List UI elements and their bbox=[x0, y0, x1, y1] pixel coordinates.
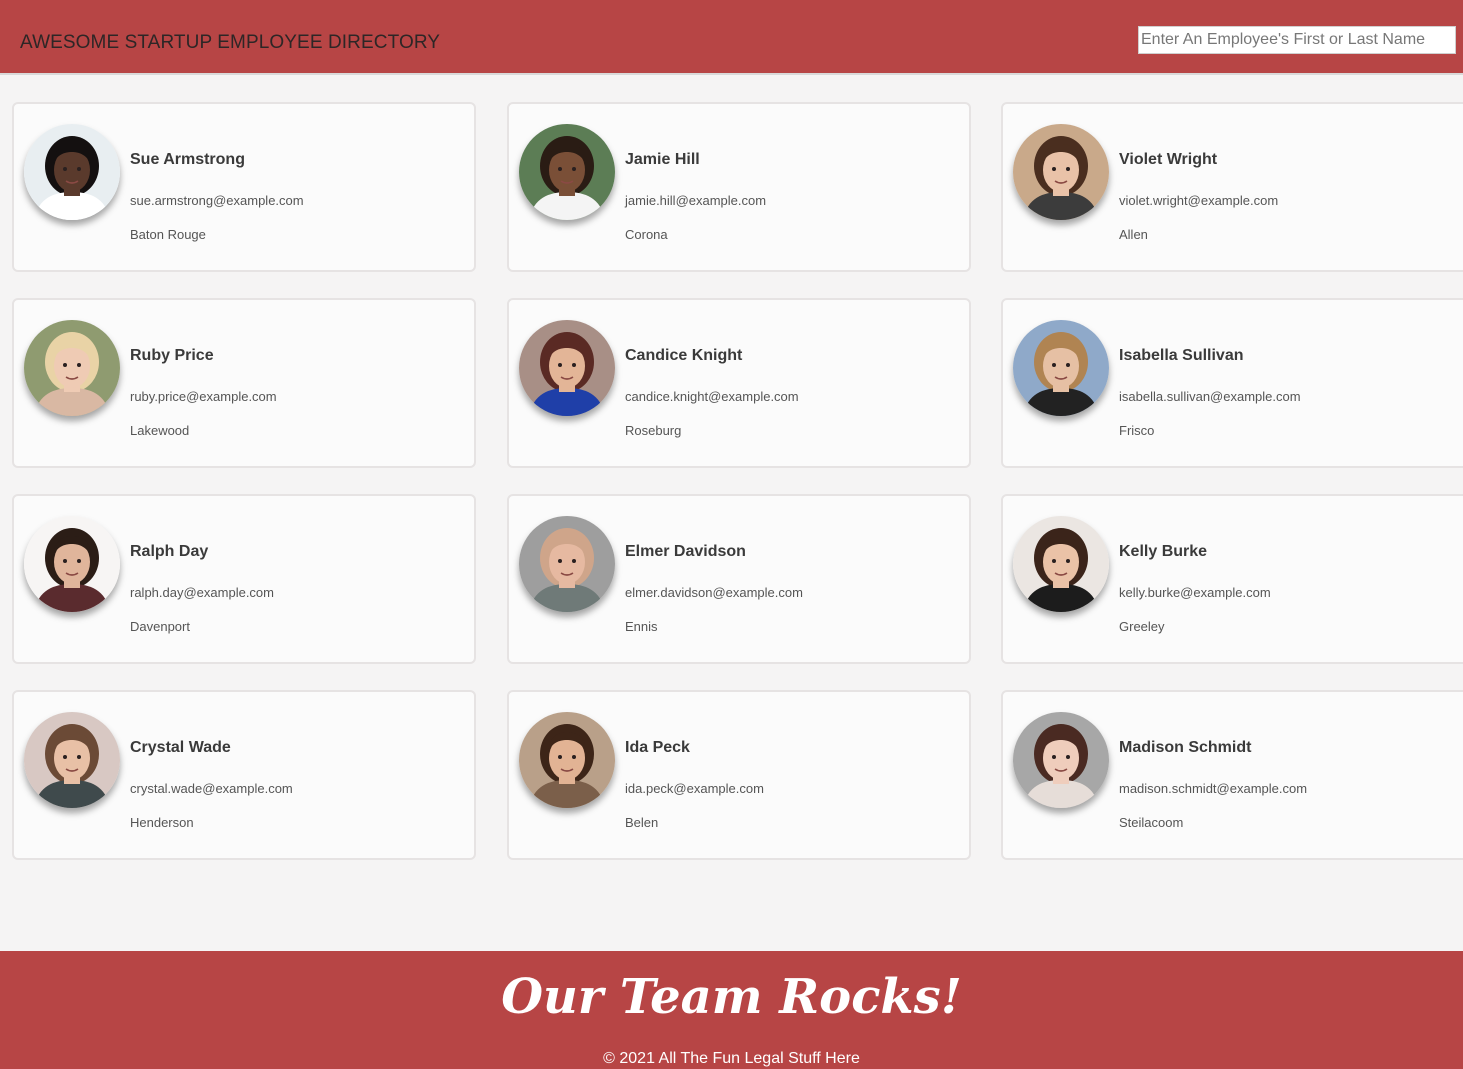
employee-avatar bbox=[519, 320, 615, 416]
employee-email: elmer.davidson@example.com bbox=[625, 585, 803, 600]
employee-email: crystal.wade@example.com bbox=[130, 781, 293, 796]
employee-email: sue.armstrong@example.com bbox=[130, 193, 304, 208]
employee-name: Jamie Hill bbox=[625, 151, 700, 168]
employee-name: Kelly Burke bbox=[1119, 543, 1208, 560]
employee-name: Violet Wright bbox=[1119, 151, 1218, 168]
footer-slogan: Our Team Rocks! bbox=[501, 969, 962, 1025]
employee-email: isabella.sullivan@example.com bbox=[1119, 389, 1301, 404]
employee-card[interactable]: Madison Schmidt madison.schmidt@example.c… bbox=[1001, 690, 1463, 860]
footer-legal-text: © 2021 All The Fun Legal Stuff Here bbox=[603, 1050, 860, 1067]
employee-email: madison.schmidt@example.com bbox=[1119, 781, 1308, 796]
employee-name: Isabella Sullivan bbox=[1119, 347, 1244, 364]
employee-email: candice.knight@example.com bbox=[625, 389, 799, 404]
employee-search-input[interactable] bbox=[1138, 26, 1456, 54]
employee-city: Lakewood bbox=[130, 423, 190, 438]
employee-city: Roseburg bbox=[625, 423, 682, 438]
employee-avatar bbox=[24, 320, 120, 416]
employee-email: ralph.day@example.com bbox=[130, 585, 274, 600]
employee-email: ruby.price@example.com bbox=[130, 389, 277, 404]
header: AWESOME STARTUP EMPLOYEE DIRECTORY bbox=[0, 0, 1463, 75]
employee-city: Henderson bbox=[130, 815, 194, 830]
employee-name: Crystal Wade bbox=[130, 739, 231, 756]
employee-name: Candice Knight bbox=[625, 347, 743, 364]
employee-city: Steilacoom bbox=[1119, 815, 1184, 830]
employee-email: kelly.burke@example.com bbox=[1119, 585, 1271, 600]
employee-email: jamie.hill@example.com bbox=[625, 193, 767, 208]
employee-name: Ralph Day bbox=[130, 543, 209, 560]
employee-city: Greeley bbox=[1119, 619, 1165, 634]
site-title: AWESOME STARTUP EMPLOYEE DIRECTORY bbox=[20, 32, 441, 53]
employee-city: Ennis bbox=[625, 619, 658, 634]
employee-card[interactable]: Crystal Wade crystal.wade@example.com Hend… bbox=[12, 690, 476, 860]
employee-city: Baton Rouge bbox=[130, 227, 206, 242]
employee-avatar bbox=[1013, 516, 1109, 612]
employee-card[interactable]: Ralph Day ralph.day@example.com Davenport bbox=[12, 494, 476, 664]
footer: Our Team Rocks! © 2021 All The Fun Legal… bbox=[0, 951, 1463, 1069]
employee-city: Davenport bbox=[130, 619, 190, 634]
employee-card[interactable]: Elmer Davidson elmer.davidson@example.com… bbox=[507, 494, 971, 664]
employee-avatar bbox=[519, 124, 615, 220]
employee-email: violet.wright@example.com bbox=[1119, 193, 1279, 208]
employee-avatar bbox=[24, 516, 120, 612]
employee-email: ida.peck@example.com bbox=[625, 781, 764, 796]
employee-city: Corona bbox=[625, 227, 668, 242]
employee-city: Frisco bbox=[1119, 423, 1155, 438]
employee-card[interactable]: Ruby Price ruby.price@example.com Lakewood bbox=[12, 298, 476, 468]
employee-avatar bbox=[1013, 124, 1109, 220]
employee-avatar bbox=[1013, 712, 1109, 808]
employee-card[interactable]: Ida Peck ida.peck@example.com Belen bbox=[507, 690, 971, 860]
employee-avatar bbox=[1013, 320, 1109, 416]
employee-city: Belen bbox=[625, 815, 659, 830]
employee-card[interactable]: Sue Armstrong sue.armstrong@example.com Ba… bbox=[12, 102, 476, 272]
employee-card[interactable]: Violet Wright violet.wright@example.com Al… bbox=[1001, 102, 1463, 272]
employee-name: Ida Peck bbox=[625, 739, 690, 756]
employee-name: Ruby Price bbox=[130, 347, 214, 364]
employee-avatar bbox=[519, 712, 615, 808]
employee-card[interactable]: Isabella Sullivan isabella.sullivan@examp… bbox=[1001, 298, 1463, 468]
employee-card[interactable]: Jamie Hill jamie.hill@example.com Corona bbox=[507, 102, 971, 272]
employee-name: Sue Armstrong bbox=[130, 151, 245, 168]
employee-card[interactable]: Candice Knight candice.knight@example.com… bbox=[507, 298, 971, 468]
employee-avatar bbox=[24, 712, 120, 808]
employee-avatar bbox=[24, 124, 120, 220]
employee-card[interactable]: Kelly Burke kelly.burke@example.com Greele… bbox=[1001, 494, 1463, 664]
employee-city: Allen bbox=[1119, 227, 1148, 242]
employee-name: Elmer Davidson bbox=[625, 543, 746, 560]
employee-avatar bbox=[519, 516, 615, 612]
employee-name: Madison Schmidt bbox=[1119, 739, 1252, 756]
